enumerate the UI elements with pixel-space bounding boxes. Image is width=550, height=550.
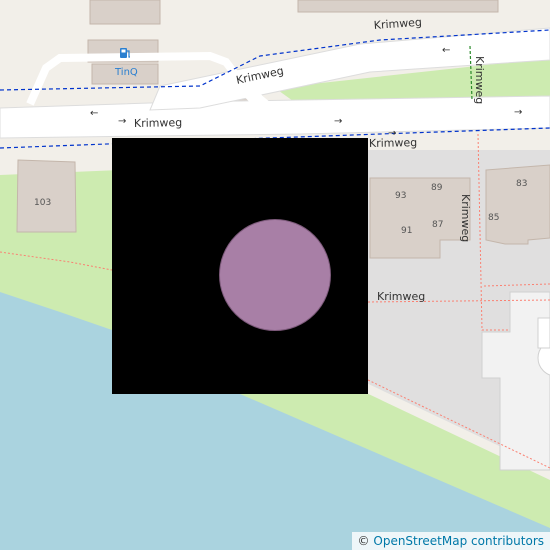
house-number: 103 [34,198,51,208]
house-number: 93 [395,191,406,201]
copyright-symbol: © [357,534,370,548]
street-label: Krimweg [369,136,417,150]
house-number: 83 [516,179,527,189]
building-83-85 [485,164,550,245]
house-number: 91 [401,226,412,236]
house-number: 87 [432,220,443,230]
street-label: Krimweg [377,290,425,303]
street-label: Krimweg [459,194,472,242]
poi-label: TinQ [114,67,138,78]
oneway-arrow: ← [90,108,98,119]
attribution-link[interactable]: OpenStreetMap contributors [373,534,544,548]
building-103 [16,159,77,233]
oneway-arrow: ← [442,45,450,56]
oneway-arrow: → [334,116,342,127]
building [297,0,499,13]
house-number: 89 [431,183,443,193]
house-number: 85 [488,213,499,223]
attribution: © OpenStreetMap contributors [351,532,550,550]
street-label: Krimweg [134,116,182,130]
black-overlay-square [112,138,368,394]
oneway-arrow: → [118,116,126,127]
location-marker[interactable] [219,219,331,331]
building [89,0,161,25]
oneway-arrow: → [514,107,522,118]
road-segment [537,317,550,349]
street-label: Krimweg [473,56,486,104]
